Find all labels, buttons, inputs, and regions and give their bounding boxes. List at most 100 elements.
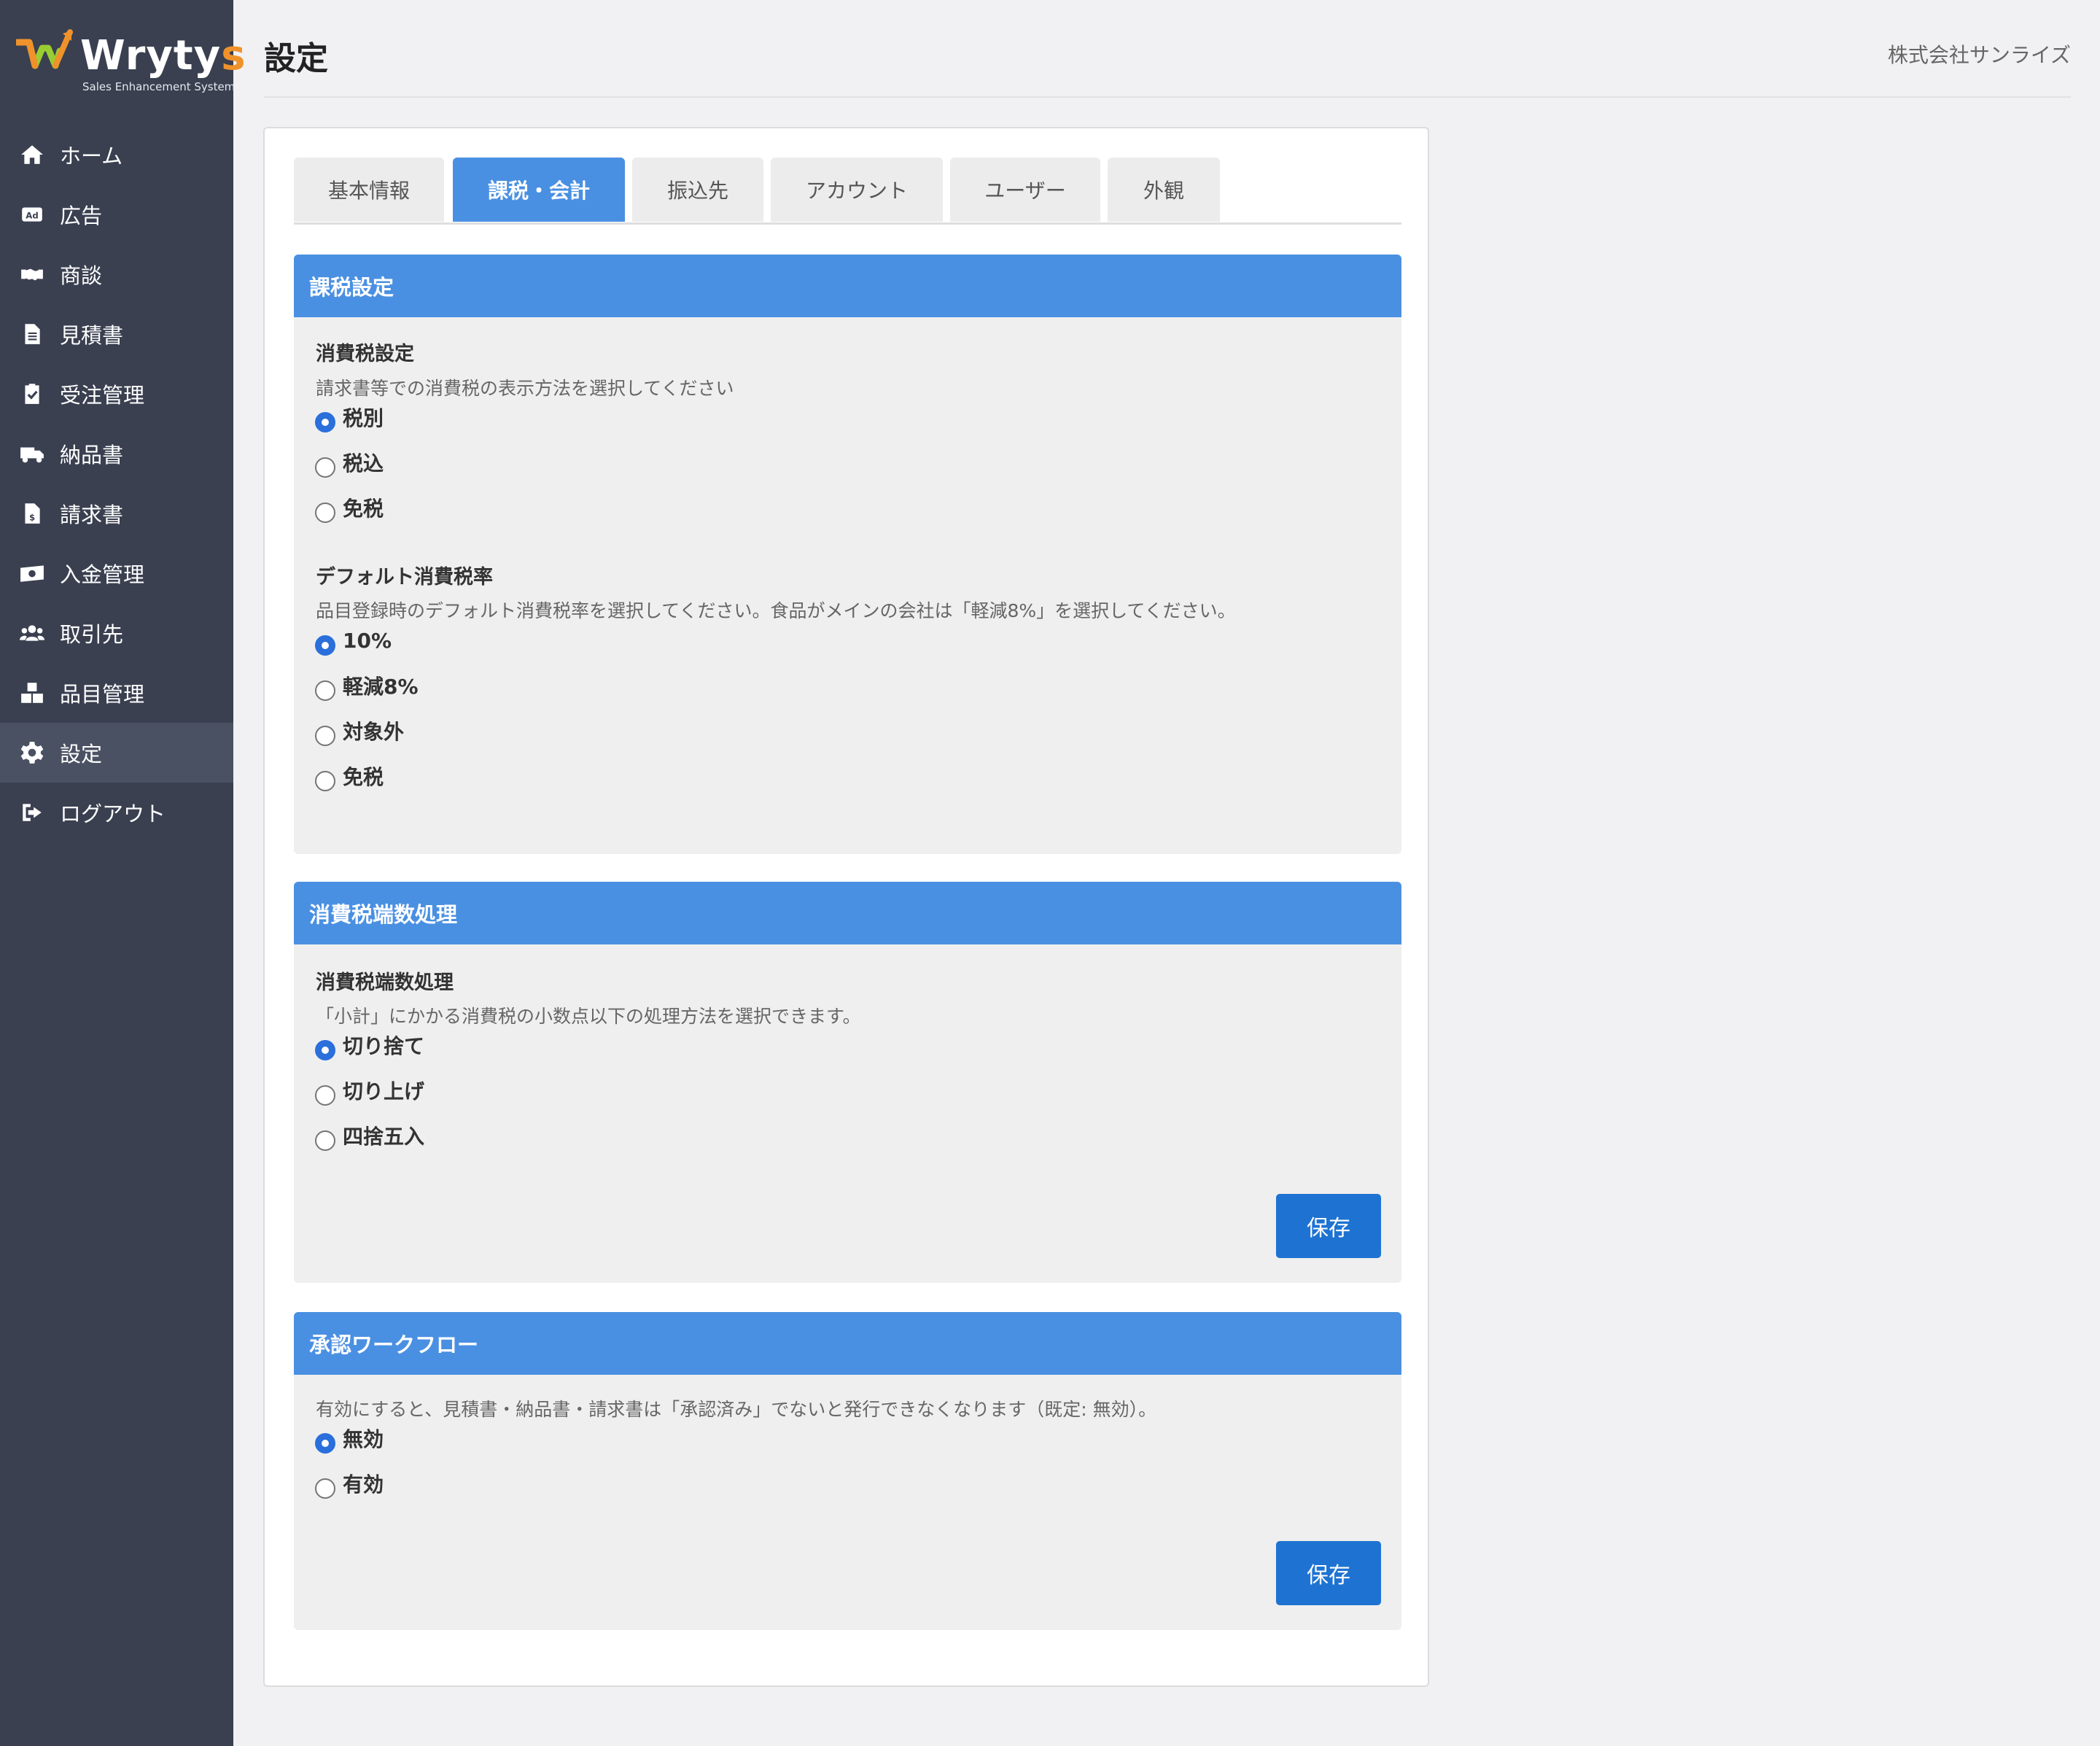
sidebar-item-clients[interactable]: 取引先	[0, 603, 233, 663]
rounding-label: 消費税端数処理	[316, 971, 454, 994]
radio-button[interactable]	[315, 680, 335, 701]
radio-button[interactable]	[315, 1130, 335, 1151]
sidebar-item-logout[interactable]: ログアウト	[0, 783, 233, 842]
tax-settings-section: 課税設定 消費税設定 請求書等での消費税の表示方法を選択してください 税別 税込…	[294, 255, 1401, 854]
tax-mode-exempt-option[interactable]: 免税	[315, 492, 384, 523]
brand-tagline: Sales Enhancement System	[82, 80, 236, 93]
rate-reduced-8-option[interactable]: 軽減8%	[315, 670, 419, 701]
tab-tax-accounting[interactable]: 課税・会計	[453, 158, 625, 222]
truck-icon	[18, 439, 47, 468]
sidebar-item-payments[interactable]: 入金管理	[0, 543, 233, 603]
radio-label: 対象外	[343, 720, 405, 744]
logo-w-icon	[16, 29, 73, 69]
svg-text:$: $	[29, 513, 35, 523]
sidebar-item-ads[interactable]: Ad 広告	[0, 185, 233, 244]
radio-button[interactable]	[315, 771, 335, 791]
logo[interactable]: Wrytys Sales Enhancement System	[16, 29, 246, 102]
sidebar-item-deals[interactable]: 商談	[0, 244, 233, 304]
radio-label: 税別	[343, 406, 384, 430]
rounding-help: 「小計」にかかる消費税の小数点以下の処理方法を選択できます。	[316, 1006, 861, 1027]
radio-label: 税込	[343, 451, 384, 476]
radio-label: 四捨五入	[343, 1125, 425, 1149]
sidebar-item-items[interactable]: 品目管理	[0, 663, 233, 723]
document-icon	[18, 319, 47, 349]
rate-not-applicable-option[interactable]: 対象外	[315, 715, 404, 746]
brand-name: Wrytys	[80, 32, 246, 79]
invoice-icon: $	[18, 499, 47, 528]
sidebar-item-label: 受注管理	[60, 383, 145, 408]
radio-button[interactable]	[315, 412, 335, 432]
sidebar: Wrytys Sales Enhancement System ホーム Ad 広…	[0, 0, 246, 1746]
radio-label: 軽減8%	[343, 675, 419, 699]
rate-exempt-option[interactable]: 免税	[315, 761, 384, 791]
sidebar-item-label: ホーム	[60, 144, 123, 168]
sidebar-item-label: 請求書	[60, 503, 124, 527]
approval-workflow-section: 承認ワークフロー 有効にすると、見積書・納品書・請求書は「承認済み」でないと発行…	[294, 1312, 1401, 1630]
radio-label: 切り捨て	[343, 1034, 425, 1058]
tab-basic-info[interactable]: 基本情報	[294, 158, 444, 222]
rounding-round-option[interactable]: 四捨五入	[315, 1120, 424, 1151]
sidebar-item-label: 商談	[60, 263, 103, 288]
sidebar-item-label: 取引先	[60, 622, 124, 647]
radio-label: 無効	[343, 1427, 384, 1451]
workflow-disabled-option[interactable]: 無効	[315, 1423, 384, 1454]
sidebar-item-invoices[interactable]: $ 請求書	[0, 484, 233, 543]
page-title: 設定	[264, 40, 328, 77]
tab-bank-account[interactable]: 振込先	[632, 158, 763, 222]
tab-account[interactable]: アカウント	[771, 158, 943, 222]
section-header: 承認ワークフロー	[294, 1312, 1401, 1375]
rounding-ceil-option[interactable]: 切り上げ	[315, 1075, 424, 1106]
rounding-floor-option[interactable]: 切り捨て	[315, 1030, 424, 1060]
ad-icon: Ad	[18, 200, 47, 229]
clipboard-check-icon	[18, 379, 47, 408]
radio-label: 免税	[343, 765, 384, 789]
save-button[interactable]: 保存	[1276, 1541, 1381, 1605]
tab-appearance[interactable]: 外観	[1108, 158, 1220, 222]
radio-label: 免税	[343, 497, 384, 521]
sidebar-item-home[interactable]: ホーム	[0, 125, 233, 185]
radio-button[interactable]	[315, 635, 335, 656]
radio-button[interactable]	[315, 1433, 335, 1454]
sidebar-item-label: 見積書	[60, 323, 124, 348]
tax-mode-inclusive-option[interactable]: 税込	[315, 447, 384, 478]
radio-button[interactable]	[315, 503, 335, 523]
consumption-tax-help: 請求書等での消費税の表示方法を選択してください	[316, 378, 734, 399]
sidebar-item-label: 設定	[60, 742, 103, 767]
radio-button[interactable]	[315, 1085, 335, 1106]
radio-button[interactable]	[315, 457, 335, 478]
sidebar-item-orders[interactable]: 受注管理	[0, 364, 233, 424]
radio-label: 10%	[343, 628, 392, 653]
section-header: 消費税端数処理	[294, 882, 1401, 944]
save-button[interactable]: 保存	[1276, 1194, 1381, 1258]
tab-users[interactable]: ユーザー	[950, 158, 1100, 222]
sidebar-nav: ホーム Ad 広告 商談 見積書 受注管理 納品書 $ 請求書 入金管理 取引先…	[0, 125, 233, 842]
rounding-section: 消費税端数処理 消費税端数処理 「小計」にかかる消費税の小数点以下の処理方法を選…	[294, 882, 1401, 1283]
radio-button[interactable]	[315, 1478, 335, 1499]
radio-label: 切り上げ	[343, 1079, 425, 1103]
header-divider	[264, 96, 2071, 98]
radio-button[interactable]	[315, 726, 335, 746]
home-icon	[18, 140, 47, 169]
users-icon	[18, 618, 47, 648]
workflow-enabled-option[interactable]: 有効	[315, 1468, 384, 1499]
gear-icon	[18, 738, 47, 767]
handshake-icon	[18, 260, 47, 289]
sidebar-item-label: ログアウト	[60, 802, 166, 826]
default-rate-label: デフォルト消費税率	[316, 566, 493, 589]
rate-10-option[interactable]: 10%	[315, 625, 392, 656]
radio-label: 有効	[343, 1473, 384, 1497]
sidebar-item-delivery[interactable]: 納品書	[0, 424, 233, 484]
sidebar-item-label: 納品書	[60, 443, 124, 467]
settings-card: 基本情報 課税・会計 振込先 アカウント ユーザー 外観 課税設定 消費税設定 …	[263, 127, 1429, 1687]
sidebar-item-label: 品目管理	[60, 682, 145, 707]
settings-tabs: 基本情報 課税・会計 振込先 アカウント ユーザー 外観	[294, 158, 1401, 225]
consumption-tax-label: 消費税設定	[316, 343, 414, 365]
sidebar-item-quotes[interactable]: 見積書	[0, 304, 233, 364]
sidebar-item-settings[interactable]: 設定	[0, 723, 233, 783]
sidebar-item-label: 入金管理	[60, 562, 145, 587]
radio-button[interactable]	[315, 1040, 335, 1060]
sign-out-icon	[18, 798, 47, 827]
workflow-help: 有効にすると、見積書・納品書・請求書は「承認済み」でないと発行できなくなります（…	[316, 1399, 1157, 1420]
tax-mode-exclusive-option[interactable]: 税別	[315, 402, 384, 432]
company-name: 株式会社サンライズ	[1887, 43, 2071, 67]
